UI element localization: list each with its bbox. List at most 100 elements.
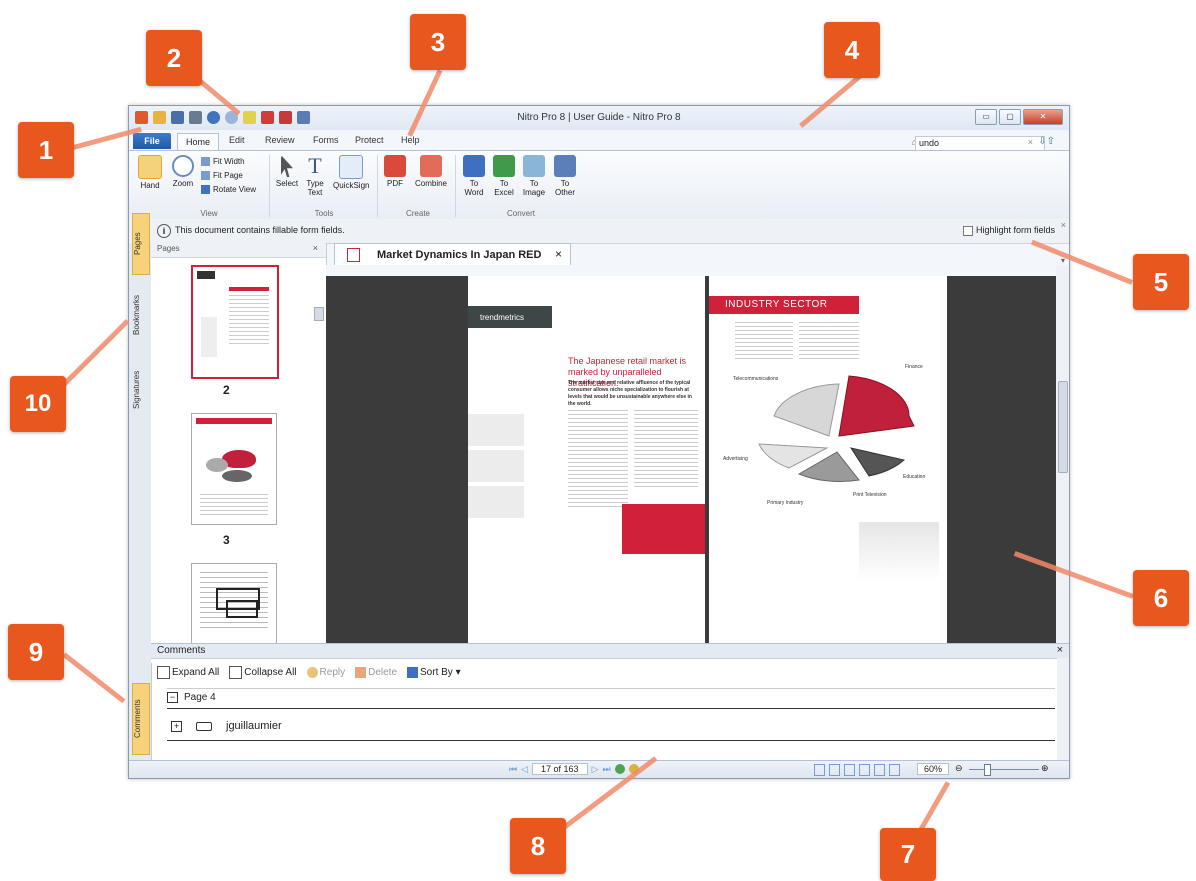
cover-page-icon[interactable] bbox=[874, 764, 885, 776]
to-word-button[interactable]: To Word bbox=[461, 155, 487, 197]
pages-panel-title: Pages bbox=[157, 244, 180, 253]
document-scrollbar[interactable] bbox=[1056, 266, 1069, 643]
search-input[interactable]: undo bbox=[915, 136, 1045, 151]
to-image-button[interactable]: To Image bbox=[521, 155, 547, 197]
divider bbox=[167, 708, 1055, 709]
comment-type-icon bbox=[196, 721, 212, 731]
ribbon-separator bbox=[269, 155, 270, 217]
facing-icon[interactable] bbox=[844, 764, 855, 776]
divider bbox=[167, 740, 1055, 741]
quicksign-button[interactable]: QuickSign bbox=[333, 155, 369, 190]
expand-comment-icon[interactable]: + bbox=[171, 720, 182, 732]
zoom-button[interactable]: Zoom bbox=[169, 155, 197, 188]
combine-button[interactable]: Combine bbox=[413, 155, 449, 188]
reply-button[interactable]: Reply bbox=[306, 666, 345, 678]
search-next-icon[interactable]: ⇩⇧ bbox=[1038, 136, 1055, 147]
create-pdf-button[interactable]: PDF bbox=[383, 155, 407, 188]
tab-home[interactable]: Home bbox=[177, 133, 219, 151]
document-view[interactable]: trendmetrics The Japanese retail market … bbox=[326, 276, 1056, 643]
next-page-icon[interactable]: ▷ bbox=[592, 764, 599, 775]
combine-icon bbox=[420, 155, 442, 177]
minimize-button[interactable]: ▭ bbox=[975, 109, 997, 125]
previous-page-icon[interactable]: ◁ bbox=[521, 764, 528, 775]
side-tab-strip: Pages Bookmarks Signatures bbox=[129, 213, 152, 663]
scrollbar-thumb[interactable] bbox=[1058, 381, 1068, 473]
tab-file[interactable]: File bbox=[133, 133, 171, 149]
select-label: Select bbox=[275, 179, 299, 188]
page-thumbnail-4[interactable] bbox=[191, 563, 277, 645]
close-button[interactable]: ✕ bbox=[1023, 109, 1063, 125]
comments-close-icon[interactable]: × bbox=[1057, 644, 1063, 656]
delete-icon bbox=[355, 666, 367, 678]
tab-review[interactable]: Review bbox=[265, 135, 295, 145]
fit-page-label: Fit Page bbox=[213, 171, 243, 180]
document-page-right: INDUSTRY SECTOR Finance Telecommunicatio… bbox=[709, 276, 947, 643]
tab-protect[interactable]: Protect bbox=[355, 135, 384, 145]
zoom-slider-thumb[interactable] bbox=[984, 764, 991, 776]
fit-width-label: Fit Width bbox=[213, 157, 245, 166]
pdf-icon bbox=[384, 155, 406, 177]
to-other-button[interactable]: To Other bbox=[551, 155, 579, 197]
pdf-document-icon bbox=[347, 248, 360, 262]
go-back-icon[interactable] bbox=[614, 764, 625, 774]
text-column bbox=[568, 410, 628, 510]
select-button[interactable]: Select bbox=[275, 155, 299, 188]
zoom-in-icon[interactable]: ⊕ bbox=[1041, 763, 1049, 774]
delete-button[interactable]: Delete bbox=[355, 666, 397, 678]
pages-panel-close-icon[interactable]: × bbox=[313, 243, 318, 253]
type-text-button[interactable]: T Type Text bbox=[303, 155, 327, 198]
tab-forms[interactable]: Forms bbox=[313, 135, 339, 145]
comments-side-tab[interactable]: Comments bbox=[132, 683, 150, 755]
signatures-side-tab[interactable]: Signatures bbox=[132, 355, 148, 425]
callout-1: 1 bbox=[18, 122, 74, 178]
search-clear-icon[interactable]: × bbox=[1028, 137, 1033, 147]
infobar-close-icon[interactable]: × bbox=[1061, 220, 1066, 230]
callout-pointer bbox=[62, 319, 130, 387]
to-excel-button[interactable]: To Excel bbox=[491, 155, 517, 197]
tab-edit[interactable]: Edit bbox=[229, 135, 245, 145]
zoom-level-field[interactable]: 60% bbox=[917, 763, 950, 775]
rotate-icon bbox=[201, 185, 210, 195]
pages-side-tab[interactable]: Pages bbox=[132, 213, 150, 275]
page-thumbnail-2[interactable] bbox=[191, 265, 279, 379]
zoom-out-icon[interactable]: ⊖ bbox=[955, 763, 963, 774]
bookmarks-side-tab[interactable]: Bookmarks bbox=[132, 279, 148, 351]
split-view-icon[interactable] bbox=[889, 764, 900, 776]
reply-icon bbox=[306, 666, 318, 678]
comments-scrollbar[interactable] bbox=[1057, 658, 1069, 761]
comment-group-page4[interactable]: − Page 4 bbox=[167, 692, 216, 703]
page-thumbnail-3[interactable] bbox=[191, 413, 277, 525]
sort-by-button[interactable]: Sort By ▾ bbox=[407, 666, 461, 678]
decorative-tile bbox=[468, 450, 524, 482]
fit-width-icon bbox=[201, 157, 210, 167]
decorative-tile bbox=[468, 486, 524, 518]
page-number-field[interactable]: 17 of 163 bbox=[532, 763, 588, 775]
maximize-button[interactable]: ▢ bbox=[999, 109, 1021, 125]
first-page-icon[interactable]: ⏮ bbox=[509, 764, 517, 775]
trendmetrics-logo: trendmetrics bbox=[468, 306, 552, 328]
fit-page-button[interactable]: Fit Page bbox=[201, 171, 243, 181]
collapse-all-button[interactable]: Collapse All bbox=[229, 666, 297, 679]
pie-label: Advertising bbox=[723, 456, 748, 462]
comment-row[interactable]: + jguillaumier bbox=[171, 720, 282, 732]
single-page-icon[interactable] bbox=[814, 764, 825, 776]
to-word-label: To Word bbox=[464, 179, 484, 197]
hand-button[interactable]: Hand bbox=[135, 155, 165, 190]
pages-panel-scrollbar[interactable] bbox=[314, 307, 324, 321]
callout-4: 4 bbox=[824, 22, 880, 78]
collapse-group-icon[interactable]: − bbox=[167, 692, 178, 703]
last-page-icon[interactable]: ⏭ bbox=[603, 764, 611, 775]
rotate-view-button[interactable]: Rotate View bbox=[201, 185, 256, 195]
callout-2: 2 bbox=[146, 30, 202, 86]
highlight-fields-checkbox[interactable] bbox=[963, 226, 973, 236]
expand-all-button[interactable]: Expand All bbox=[157, 666, 219, 679]
zoom-slider-track[interactable] bbox=[969, 769, 1039, 770]
document-tab[interactable]: Market Dynamics In Japan RED × bbox=[334, 243, 571, 266]
status-bar: ⏮ ◁ 17 of 163 ▷ ⏭ 60% ⊖ ⊕ bbox=[129, 760, 1069, 778]
infobar-message: This document contains fillable form fie… bbox=[175, 225, 345, 235]
continuous-icon[interactable] bbox=[829, 764, 840, 776]
fit-width-button[interactable]: Fit Width bbox=[201, 157, 245, 167]
facing-continuous-icon[interactable] bbox=[859, 764, 870, 776]
combine-label: Combine bbox=[414, 179, 447, 188]
close-tab-icon[interactable]: × bbox=[555, 247, 562, 261]
